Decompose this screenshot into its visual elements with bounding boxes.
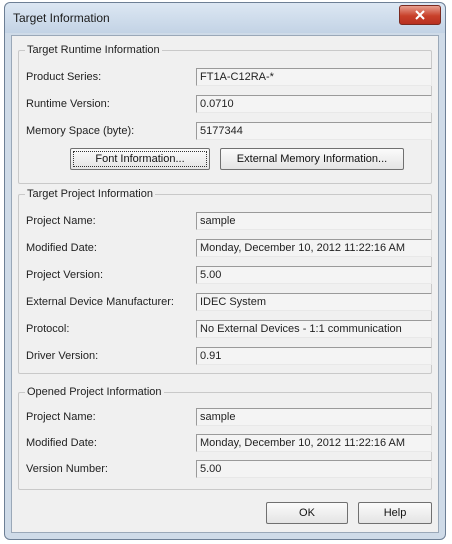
title-bar[interactable]: Target Information [5, 3, 445, 33]
memory-space-label: Memory Space (byte): [26, 125, 135, 137]
ok-button[interactable]: OK [266, 502, 348, 524]
product-series-field[interactable]: FT1A-C12RA-* [196, 68, 432, 86]
runtime-info-legend: Target Runtime Information [27, 44, 160, 56]
external-device-manufacturer-field[interactable]: IDEC System [196, 293, 432, 311]
close-button[interactable] [399, 5, 441, 25]
version-number-field[interactable]: 5.00 [196, 460, 432, 478]
project-version-label: Project Version: [26, 269, 104, 281]
dialog-window: Target Information Target Runtime Inform… [4, 2, 446, 540]
external-memory-information-button[interactable]: External Memory Information... [220, 148, 404, 170]
modified-date-field[interactable]: Monday, December 10, 2012 11:22:16 AM [196, 239, 432, 257]
project-name-label: Project Name: [26, 215, 96, 227]
runtime-version-field[interactable]: 0.0710 [196, 95, 432, 113]
modified-date-label: Modified Date: [26, 242, 97, 254]
opened-project-name-label: Project Name: [26, 411, 96, 423]
help-button[interactable]: Help [358, 502, 432, 524]
opened-modified-date-field[interactable]: Monday, December 10, 2012 11:22:16 AM [196, 434, 432, 452]
external-device-manufacturer-label: External Device Manufacturer: [26, 296, 174, 308]
driver-version-field[interactable]: 0.91 [196, 347, 432, 365]
dialog-body: Target Runtime Information Product Serie… [11, 35, 439, 533]
protocol-label: Protocol: [26, 323, 70, 335]
project-info-legend: Target Project Information [27, 188, 153, 200]
protocol-field[interactable]: No External Devices - 1:1 communication [196, 320, 432, 338]
close-icon [415, 10, 425, 20]
runtime-version-label: Runtime Version: [26, 98, 110, 110]
opened-modified-date-label: Modified Date: [26, 437, 97, 449]
product-series-label: Product Series: [26, 71, 102, 83]
window-title: Target Information [13, 11, 110, 25]
project-name-field[interactable]: sample [196, 212, 432, 230]
opened-project-name-field[interactable]: sample [196, 408, 432, 426]
opened-project-legend: Opened Project Information [27, 386, 162, 398]
driver-version-label: Driver Version: [26, 350, 99, 362]
memory-space-field[interactable]: 5177344 [196, 122, 432, 140]
project-version-field[interactable]: 5.00 [196, 266, 432, 284]
font-information-button[interactable]: Font Information... [70, 148, 210, 170]
version-number-label: Version Number: [26, 463, 108, 475]
